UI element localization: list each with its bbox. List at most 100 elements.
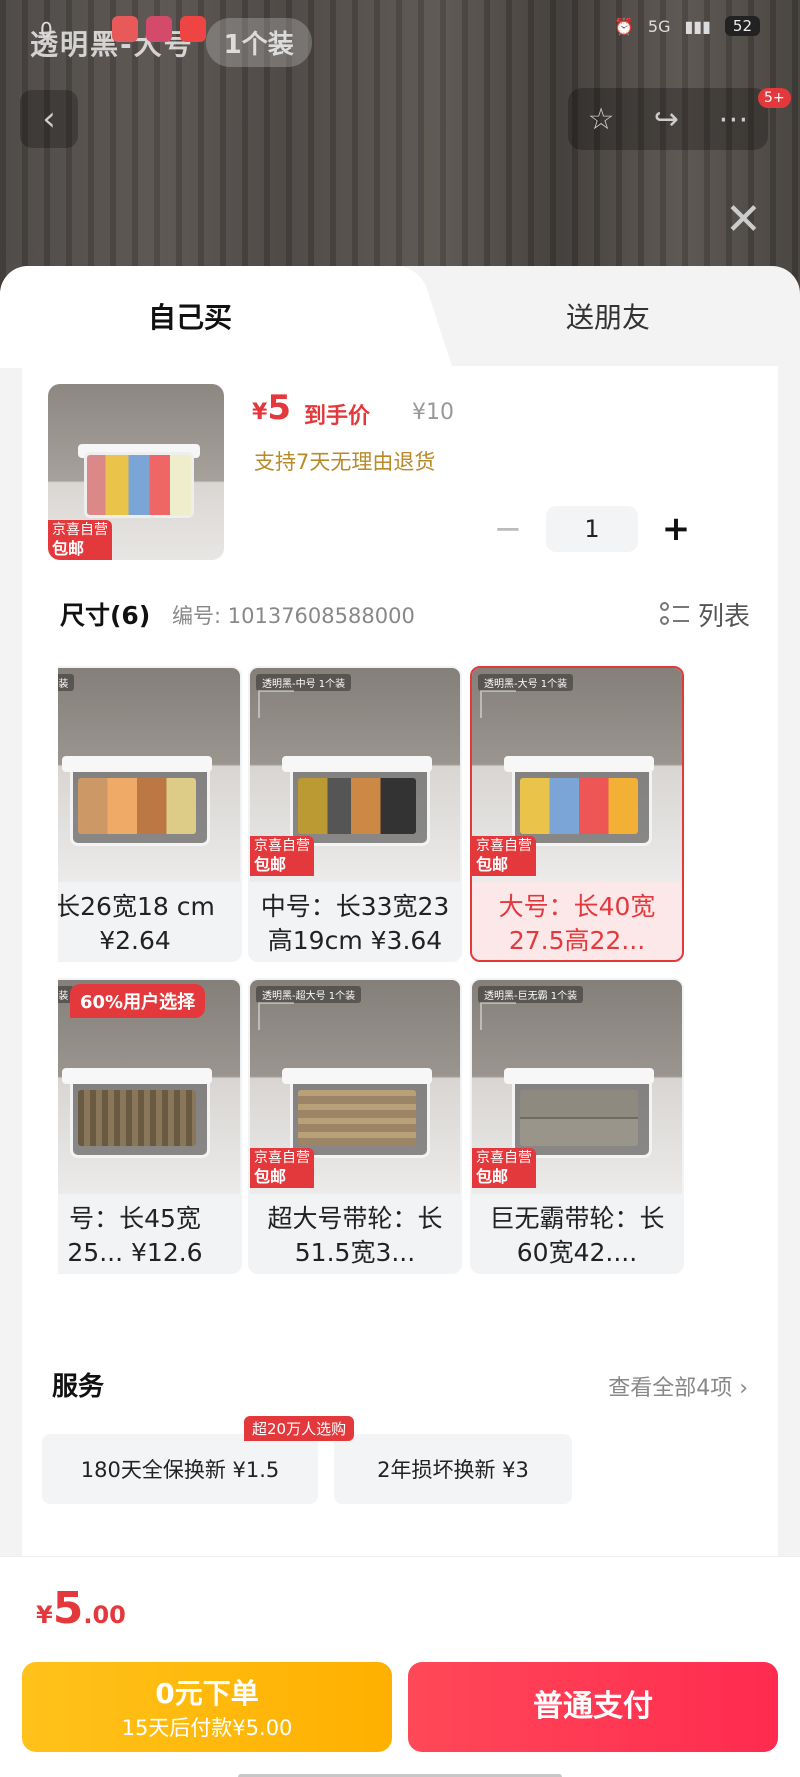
self-operated-tag: 京喜自营 包邮 [472, 1148, 536, 1188]
price-currency: ¥ [252, 400, 268, 425]
box-contents-shape [298, 1090, 416, 1146]
zoom-icon[interactable] [258, 1002, 294, 1030]
action-bar: 0元下单 15天后付款¥5.00 普通支付 [0, 1656, 800, 1777]
popular-choice-badge: 60%用户选择 [70, 984, 206, 1018]
share-icon[interactable]: ↪ [654, 102, 679, 137]
tab-buy-self[interactable]: 自己买 [0, 266, 400, 368]
network-label: 5G [647, 16, 671, 36]
chevron-left-icon: ‹ [42, 99, 56, 139]
variant-title: 巨无霸带轮：长 60宽42.... ¥36.6 [489, 1204, 665, 1267]
variant-image [58, 668, 240, 882]
total-decimal: .00 [83, 1601, 126, 1629]
decrease-button[interactable]: − [490, 509, 526, 549]
box-contents-shape [520, 778, 638, 834]
status-app-icons [112, 16, 206, 42]
total-price: ¥5.00 [36, 1583, 126, 1634]
service-option-label: 180天全保换新 ¥1.5 [80, 1458, 280, 1482]
tab-buy-self-label: 自己买 [148, 301, 233, 334]
tab-gift-friend[interactable]: 送朋友 [566, 296, 650, 336]
size-title: 尺寸(6) [60, 601, 151, 630]
pay-later-title: 0元下单 [155, 1677, 259, 1710]
status-time: 0 [40, 18, 53, 42]
zoom-icon[interactable] [480, 1002, 516, 1030]
variant-card[interactable]: 1个装 长26宽18 cm ¥2.64 [58, 666, 242, 962]
quantity-input[interactable]: 1 [546, 506, 638, 552]
self-operated-label: 京喜自营 [254, 838, 310, 854]
services-title: 服务 [52, 1372, 105, 1402]
back-button[interactable]: ‹ [20, 90, 78, 148]
service-option[interactable]: 180天全保换新 ¥1.5 [42, 1434, 318, 1504]
alarm-icon: ⏰ [613, 16, 634, 36]
service-option[interactable]: 2年损坏换新 ¥3 [334, 1434, 572, 1504]
variant-card-selected[interactable]: 透明黑-大号 1个装 京喜自营包邮 大号：长40宽 27.5高22... ¥4.… [470, 666, 684, 962]
purchase-sheet: 自己买 送朋友 京喜自营 包邮 ¥5 到手价 ¥10 支持7天无理由退货 − 1… [0, 266, 800, 1777]
pay-later-subtitle: 15天后付款¥5.00 [121, 1716, 293, 1740]
variant-title: 号：长45宽 25... ¥12.6 [67, 1204, 203, 1267]
original-price: ¥10 [412, 400, 454, 425]
service-option-label: 2年损坏换新 ¥3 [377, 1458, 529, 1482]
self-operated-label: 京喜自营 [476, 1150, 532, 1166]
quantity-stepper: − 1 + [490, 506, 694, 552]
variant-title: 中号：长33宽23 高19cm ¥3.64 [260, 892, 450, 955]
variant-card[interactable]: 透明黑-超大号 1个装 京喜自营包邮 超大号带轮：长 51.5宽3... ¥23… [248, 978, 462, 1274]
self-operated-label: 京喜自营 [476, 838, 532, 854]
star-icon[interactable]: ☆ [588, 102, 615, 137]
box-contents-shape [520, 1090, 638, 1146]
app-icon [146, 16, 172, 42]
total-currency: ¥ [36, 1601, 53, 1629]
variant-mini-tag: 透明黑-巨无霸 1个装 [478, 986, 584, 1003]
box-contents-shape [78, 778, 196, 834]
zoom-icon[interactable] [480, 690, 516, 718]
final-price: ¥5 [252, 388, 291, 428]
variant-card[interactable]: 透明黑-中号 1个装 京喜自营 包邮 中号：长33宽23 高19cm ¥3.64 [248, 666, 462, 962]
variant-mini-tag: 透明黑-中号 1个装 [256, 674, 352, 691]
total-integer: 5 [52, 1583, 84, 1634]
variant-mini-tag: 透明黑-大号 1个装 [478, 674, 574, 691]
services-view-all-link[interactable]: 查看全部4项 › [608, 1370, 748, 1402]
variant-title: 超大号带轮：长 51.5宽3... ¥23.6 [267, 1204, 443, 1267]
self-operated-tag: 京喜自营 包邮 [48, 520, 112, 560]
free-shipping-label: 包邮 [254, 854, 287, 874]
nav-actions: ☆ ↪ ⋯ [568, 88, 768, 150]
list-view-label: 列表 [697, 602, 750, 632]
increase-button[interactable]: + [658, 509, 694, 549]
variant-title: 长26宽18 cm ¥2.64 [58, 892, 215, 955]
zoom-icon[interactable] [258, 690, 294, 718]
purchase-tabs: 自己买 送朋友 [0, 266, 800, 368]
self-operated-label: 京喜自营 [52, 522, 108, 539]
more-icon[interactable]: ⋯ [718, 102, 748, 137]
variant-mini-tag: 1个装 [58, 674, 75, 691]
variant-title: 大号：长40宽 27.5高22... ¥4.7 [498, 892, 656, 955]
price-label: 到手价 [304, 404, 371, 429]
sku-number: 编号: 10137608588000 [172, 604, 415, 628]
total-bar: ¥5.00 [0, 1556, 800, 1666]
variant-mini-tag: 透明黑-超大号 1个装 [256, 986, 362, 1003]
close-icon[interactable]: ✕ [725, 198, 762, 242]
app-icon [180, 16, 206, 42]
free-shipping-label: 包邮 [254, 1166, 287, 1186]
status-bar: 0 ⏰ 5G ▮▮▮ 52 [0, 0, 800, 60]
variant-card[interactable]: 透明黑-巨无霸 1个装 京喜自营包邮 巨无霸带轮：长 60宽42.... ¥36… [470, 978, 684, 1274]
list-view-toggle[interactable]: 列表 [659, 596, 750, 633]
product-thumbnail[interactable]: 京喜自营 包邮 [48, 384, 224, 560]
self-operated-label: 京喜自营 [254, 1150, 310, 1166]
pay-later-button[interactable]: 0元下单 15天后付款¥5.00 [22, 1662, 392, 1752]
battery-level: 52 [724, 16, 760, 36]
status-right: ⏰ 5G ▮▮▮ 52 [614, 16, 760, 36]
box-contents-shape [298, 778, 416, 834]
pay-now-button[interactable]: 普通支付 [408, 1662, 778, 1752]
return-policy-note: 支持7天无理由退货 [254, 450, 436, 474]
free-shipping-label: 包邮 [476, 854, 509, 874]
self-operated-tag: 京喜自营 包邮 [250, 1148, 314, 1188]
free-shipping-label: 包邮 [52, 538, 85, 558]
price-value: 5 [267, 388, 291, 428]
variant-card[interactable]: 1个装 号：长45宽 25... ¥12.6 [58, 978, 242, 1274]
self-operated-tag: 京喜自营 包邮 [250, 836, 314, 876]
list-icon [659, 601, 690, 628]
free-shipping-label: 包邮 [476, 1166, 509, 1186]
app-icon [112, 16, 138, 42]
box-shape [84, 452, 194, 518]
signal-icon: ▮▮▮ [684, 16, 711, 36]
sheet-content: 京喜自营 包邮 ¥5 到手价 ¥10 支持7天无理由退货 − 1 + 尺寸(6)… [22, 366, 778, 1556]
more-badge: 5+ [758, 88, 791, 108]
